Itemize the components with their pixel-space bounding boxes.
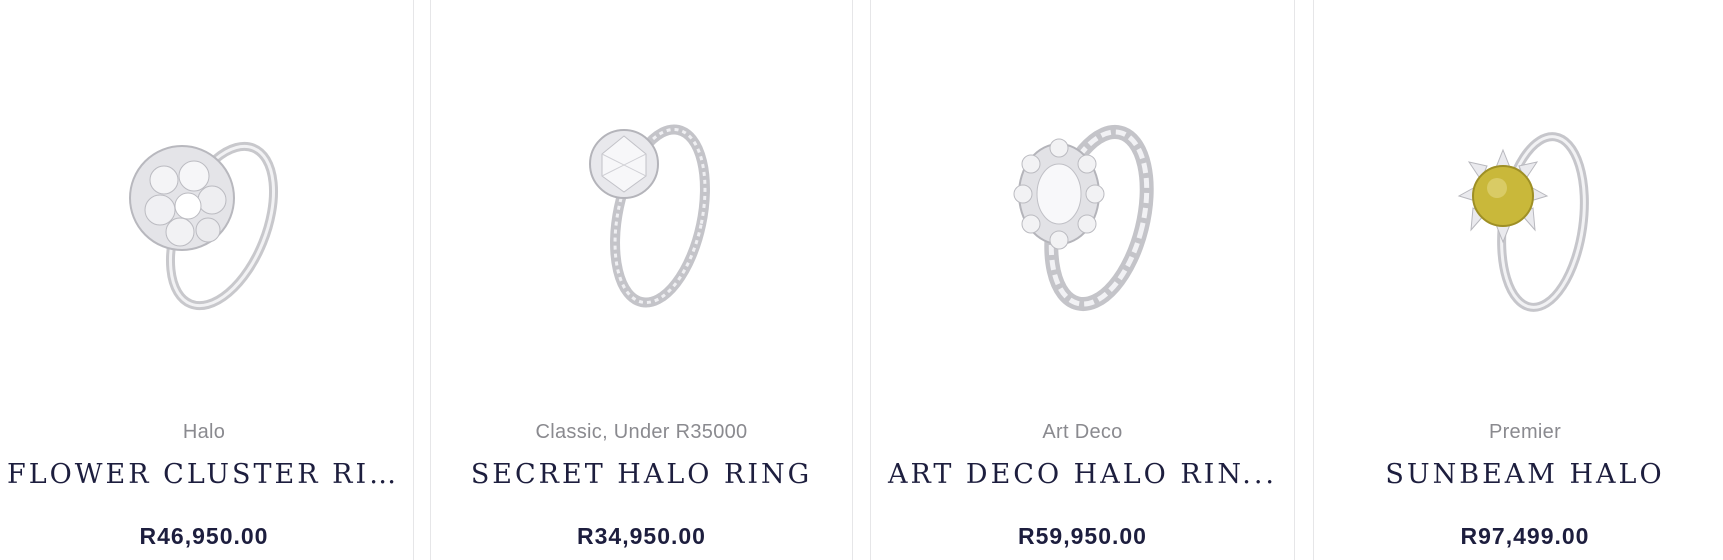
- product-category: Halo: [182, 421, 226, 443]
- product-price: R97,499.00: [1460, 523, 1590, 549]
- product-card[interactable]: Art Deco ART DECO HALO RIN... R59,950.00: [870, 0, 1295, 560]
- product-title[interactable]: FLOWER CLUSTER RI...: [7, 459, 401, 490]
- product-category: Art Deco: [1042, 421, 1123, 443]
- product-title[interactable]: SUNBEAM HALO: [1326, 459, 1723, 490]
- product-card[interactable]: Classic, Under R35000 SECRET HALO RING R…: [430, 0, 853, 560]
- product-price: R59,950.00: [1018, 523, 1147, 549]
- ring-icon: [1457, 132, 1589, 312]
- product-grid: Halo FLOWER CLUSTER RI... R46,950.00 Cla…: [0, 0, 1723, 560]
- product-image[interactable]: [431, 93, 852, 323]
- product-image[interactable]: [1314, 93, 1723, 323]
- product-card[interactable]: Halo FLOWER CLUSTER RI... R46,950.00: [0, 0, 414, 560]
- product-image[interactable]: [871, 93, 1294, 323]
- product-card[interactable]: Premier SUNBEAM HALO R97,499.00: [1313, 0, 1723, 560]
- ring-icon: [1013, 124, 1154, 312]
- product-title[interactable]: SECRET HALO RING: [443, 459, 840, 490]
- product-price: R34,950.00: [577, 523, 706, 549]
- ring-icon: [588, 124, 710, 308]
- product-image[interactable]: [0, 93, 413, 323]
- product-title[interactable]: ART DECO HALO RIN...: [883, 459, 1282, 490]
- product-category: Classic, Under R35000: [535, 421, 748, 443]
- ring-icon: [129, 141, 279, 311]
- product-price: R46,950.00: [139, 523, 269, 549]
- product-category: Premier: [1488, 421, 1562, 443]
